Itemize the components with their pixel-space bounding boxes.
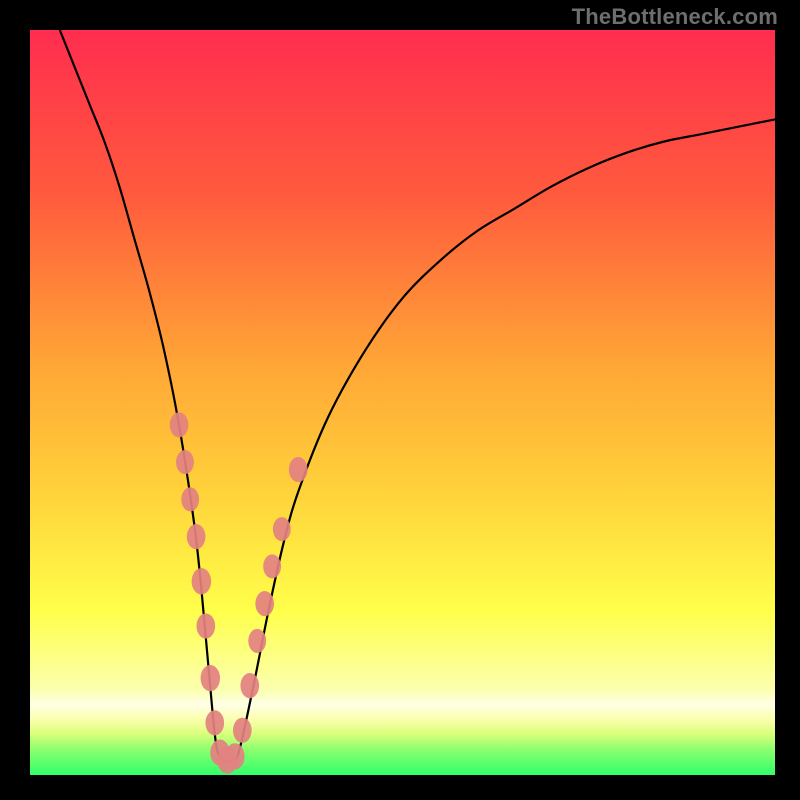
bead-marker: [201, 665, 220, 691]
plot-area: [30, 30, 775, 775]
bead-marker: [273, 517, 291, 541]
curve-layer: [30, 30, 775, 775]
bead-marker: [192, 568, 211, 594]
bead-marker: [289, 457, 308, 482]
watermark-label: TheBottleneck.com: [572, 4, 778, 30]
bead-marker: [240, 673, 259, 698]
bead-marker: [233, 718, 252, 743]
bead-marker: [181, 487, 199, 511]
bottleneck-curve: [60, 30, 775, 762]
bead-marker: [196, 613, 215, 638]
bead-marker: [170, 412, 189, 437]
bead-marker: [263, 554, 281, 578]
bead-marker: [225, 743, 244, 769]
bead-marker: [255, 591, 274, 616]
bead-marker: [187, 524, 206, 549]
bead-group: [170, 412, 308, 774]
bead-marker: [205, 710, 224, 735]
bead-marker: [248, 629, 266, 653]
chart-frame: TheBottleneck.com: [0, 0, 800, 800]
bead-marker: [176, 450, 194, 474]
